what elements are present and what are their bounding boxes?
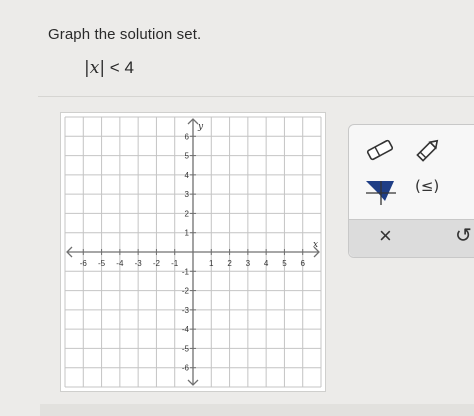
- y-tick-label: 3: [185, 190, 190, 199]
- interval-icon[interactable]: (≤): [415, 177, 439, 195]
- x-tick-label: -6: [80, 259, 88, 268]
- inequality-relation: < 4: [109, 58, 134, 77]
- shade-region-icon[interactable]: [363, 177, 397, 207]
- section-divider: [38, 96, 474, 97]
- close-icon[interactable]: ×: [379, 225, 392, 247]
- x-axis-label: x: [313, 240, 318, 250]
- x-tick-label: 4: [264, 259, 269, 268]
- eraser-icon[interactable]: [363, 137, 397, 163]
- y-tick-label: -5: [182, 344, 190, 353]
- x-tick-label: 6: [300, 259, 305, 268]
- coordinate-grid[interactable]: -6 -5 -4 -3 -2 -1 1 2 3 4 5 6 6 5 4 3 2 1 -1 -2 -3 -4 -5 -6 x y: [61, 113, 325, 391]
- x-tick-label: -2: [153, 259, 161, 268]
- graph-toolbar: (≤) × ↺: [348, 124, 474, 258]
- y-tick-label: -6: [182, 364, 190, 373]
- y-tick-label: -4: [182, 325, 190, 334]
- x-tick-label: 2: [227, 259, 232, 268]
- y-axis-label: y: [197, 122, 204, 132]
- x-tick-label: -5: [98, 259, 106, 268]
- pencil-icon[interactable]: [413, 135, 443, 165]
- y-tick-label: 2: [185, 209, 190, 218]
- x-tick-label: -1: [171, 259, 179, 268]
- x-tick-label: 1: [209, 259, 214, 268]
- inequality-expression: |x| < 4: [84, 58, 134, 78]
- page-bottom-edge: [40, 404, 474, 416]
- inequality-variable: x: [89, 58, 100, 78]
- y-tick-label: -1: [182, 267, 190, 276]
- y-tick-label: -3: [182, 306, 190, 315]
- y-tick-label: 4: [185, 171, 190, 180]
- y-tick-label: 1: [185, 229, 190, 238]
- x-tick-label: 5: [282, 259, 287, 268]
- y-tick-label: -2: [182, 287, 190, 296]
- graph-panel[interactable]: -6 -5 -4 -3 -2 -1 1 2 3 4 5 6 6 5 4 3 2 1 -1 -2 -3 -4 -5 -6 x y: [60, 112, 326, 392]
- y-tick-label: 6: [185, 132, 190, 141]
- x-tick-label: -4: [116, 259, 124, 268]
- x-tick-label: 3: [246, 259, 251, 268]
- x-tick-label: -3: [135, 259, 143, 268]
- abs-bar-right: |: [99, 58, 106, 78]
- y-tick-label: 5: [185, 152, 190, 161]
- question-prompt: Graph the solution set.: [48, 26, 202, 43]
- undo-icon[interactable]: ↺: [455, 225, 472, 247]
